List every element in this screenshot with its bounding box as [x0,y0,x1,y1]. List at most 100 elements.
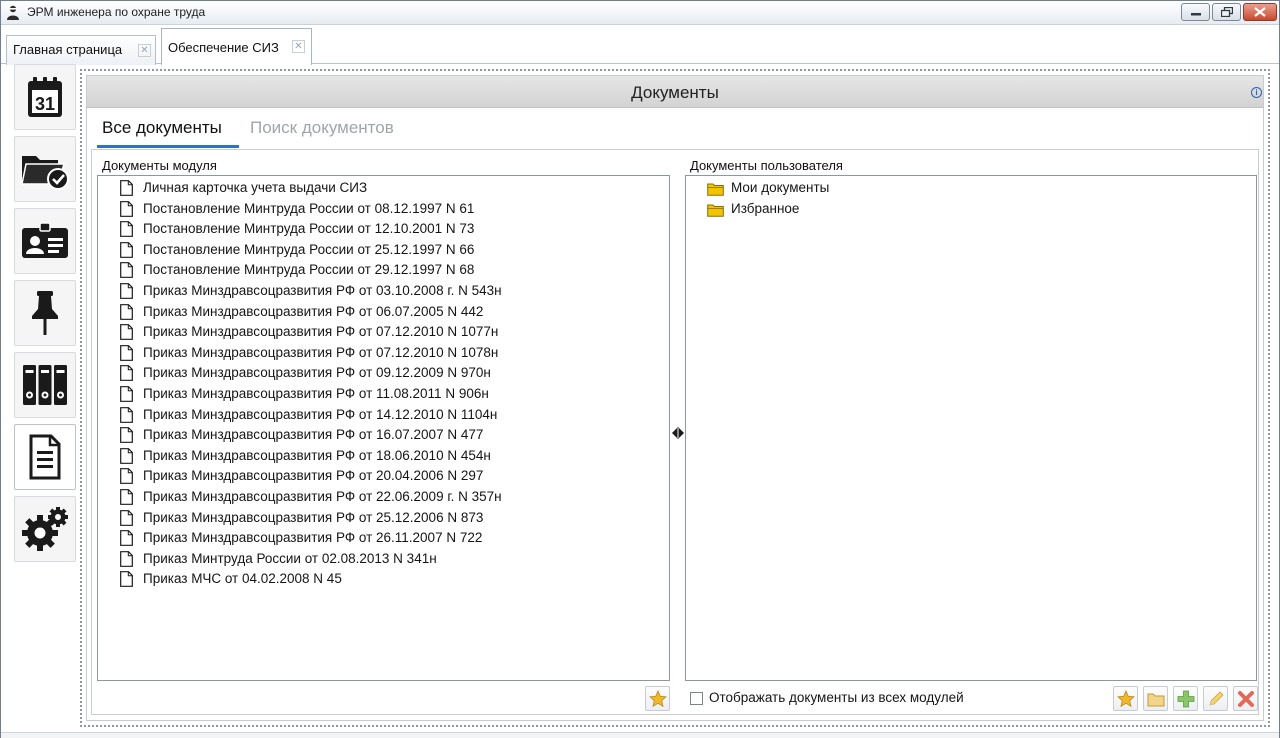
folder-icon [1147,693,1164,706]
id-card-icon [22,222,68,258]
document-title: Приказ Минздравсоцразвития РФ от 16.07.2… [143,427,484,443]
star-icon [648,689,667,707]
tab-home-label: Главная страница [13,42,123,57]
document-file-icon [120,509,133,526]
minimize-icon [1190,13,1201,16]
tab-siz-label: Обеспечение СИЗ [168,40,279,55]
folder-check-icon [21,156,69,190]
document-file-icon [120,241,133,258]
header-bar: Документы i [87,76,1263,108]
tab-home[interactable]: Главная страница ✕ [6,35,156,65]
document-title: Приказ Минздравсоцразвития РФ от 26.11.2… [143,530,483,546]
user-documents-label: Документы пользователя [690,158,843,173]
restore-button[interactable] [1212,3,1241,21]
new-folder-button[interactable] [1143,686,1168,711]
minimize-button[interactable] [1181,3,1210,21]
gears-icon [22,507,68,551]
document-file-icon [120,447,133,464]
folder-title: Мои документы [731,180,830,195]
document-title: Приказ Минздравсоцразвития РФ от 20.04.2… [143,468,484,484]
document-file-icon [120,262,133,279]
sidebar-item-documents-check[interactable] [14,136,76,202]
delete-button[interactable] [1233,686,1258,711]
document-file-icon [120,530,133,547]
pencil-icon [1208,690,1224,706]
info-icon[interactable]: i [1251,87,1262,98]
show-all-modules-checkbox[interactable] [690,692,703,705]
module-documents-list[interactable]: Личная карточка учета выдачи СИЗ Постанов… [97,175,670,681]
document-file-icon [120,406,133,423]
favorite-button[interactable] [1113,686,1138,711]
document-file-icon [120,571,133,588]
document-title: Приказ Минздравсоцразвития РФ от 03.10.2… [143,283,502,298]
document-file-icon [120,221,133,238]
document-file-icon [120,468,133,485]
sidebar-item-calendar[interactable]: 31 [14,64,76,130]
folder-icon [707,183,724,196]
pushpin-icon [32,291,58,335]
edit-button[interactable] [1203,686,1228,711]
document-title: Приказ Минздравсоцразвития РФ от 09.12.2… [143,365,491,381]
close-icon [1254,7,1266,17]
document-file-icon [120,427,133,444]
document-file-icon [120,365,133,382]
main-panel: Документы i Все документы Поиск документ… [80,69,1270,727]
sidebar: 31 [14,64,76,732]
document-file-icon [120,386,133,402]
document-title: Приказ Минздравсоцразвития РФ от 06.07.2… [143,303,484,319]
app-window: ЭРМ инженера по охране труда Главная стр… [0,0,1280,738]
document-title: Приказ Минздравсоцразвития РФ от 11.08.2… [143,386,489,401]
sidebar-item-settings[interactable] [14,496,76,562]
document-file-icon [120,303,133,320]
splitter-handle[interactable] [671,427,685,439]
document-title: Приказ Минтруда России от 02.08.2013 N 3… [143,550,437,566]
document-title: Постановление Минтруда России от 29.12.1… [143,262,475,278]
sidebar-item-archive[interactable] [14,352,76,418]
document-file-icon [120,324,133,341]
documents-content: Документы модуля Документы пользователя … [91,149,1259,715]
star-icon [1116,689,1135,707]
window-title: ЭРМ инженера по охране труда [27,5,206,19]
document-file-icon [120,550,133,567]
page-title: Документы [631,83,719,102]
main-inner: Документы i Все документы Поиск документ… [86,75,1264,721]
tab-siz-close-icon[interactable]: ✕ [292,40,305,53]
show-all-modules-label: Отображать документы из всех модулей [709,690,964,705]
document-tabs: Главная страница ✕ Обеспечение СИЗ ✕ [1,26,1279,65]
tab-home-close-icon[interactable]: ✕ [138,44,151,57]
document-title: Приказ МЧС от 04.02.2008 N 45 [143,571,342,587]
folder-icon [707,204,724,217]
title-bar: ЭРМ инженера по охране труда [1,1,1279,25]
user-documents-list[interactable]: Мои документы Избранное [685,175,1257,681]
calendar-icon: 31 [28,77,62,117]
plus-icon [1177,690,1194,707]
document-file-icon [120,283,133,299]
add-document-button[interactable] [1173,686,1198,711]
document-icon [29,434,61,480]
tab-siz[interactable]: Обеспечение СИЗ ✕ [161,28,312,65]
active-tab-underline [97,145,239,148]
close-button[interactable] [1243,3,1277,21]
document-title: Постановление Минтруда России от 12.10.2… [143,221,475,237]
delete-icon [1237,690,1254,707]
svg-text:31: 31 [35,94,55,114]
sidebar-item-pinned[interactable] [14,280,76,346]
document-title: Приказ Минздравсоцразвития РФ от 25.12.2… [143,509,484,525]
document-file-icon [120,489,133,505]
folder-title: Избранное [731,200,800,216]
tab-all-documents[interactable]: Все документы [102,118,222,138]
document-title: Приказ Минздравсоцразвития РФ от 18.06.2… [143,447,491,463]
document-file-icon [120,344,133,361]
binders-icon [23,365,67,405]
tab-search-documents[interactable]: Поиск документов [250,118,394,138]
document-title: Личная карточка учета выдачи СИЗ [143,180,368,195]
document-title: Постановление Минтруда России от 25.12.1… [143,241,475,257]
document-title: Приказ Минздравсоцразвития РФ от 07.12.2… [143,344,499,360]
sidebar-item-employees[interactable] [14,208,76,274]
document-title: Приказ Минздравсоцразвития РФ от 14.12.2… [143,406,498,422]
document-title: Приказ Минздравсоцразвития РФ от 07.12.2… [143,324,499,340]
sidebar-item-documents[interactable] [14,424,76,490]
add-to-favorites-button[interactable] [645,686,670,711]
app-user-icon [7,5,19,20]
document-title: Приказ Минздравсоцразвития РФ от 22.06.2… [143,489,502,504]
